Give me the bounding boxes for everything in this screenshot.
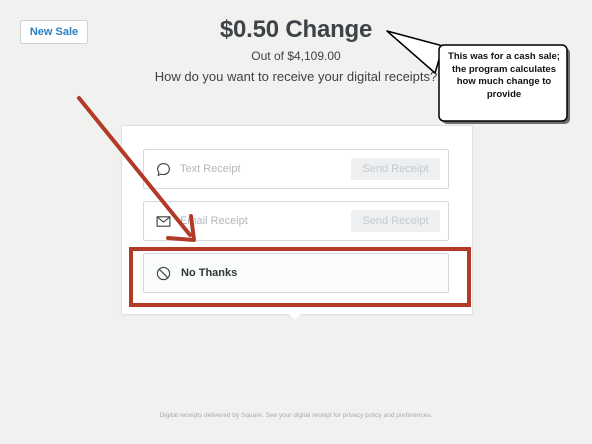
speech-bubble-icon: [157, 162, 170, 176]
change-amount-title: $0.50 Change: [219, 16, 373, 43]
text-receipt-row: Send Receipt: [143, 149, 449, 189]
send-text-receipt-button[interactable]: Send Receipt: [351, 158, 440, 180]
email-address-input[interactable]: [180, 203, 340, 239]
footer-note: Digital receipts delivered by Square. Se…: [159, 412, 433, 419]
card-pointer: [289, 314, 301, 320]
highlight-box: [129, 247, 471, 307]
send-email-receipt-button[interactable]: Send Receipt: [351, 210, 440, 232]
phone-number-input[interactable]: [180, 151, 340, 187]
callout-text: This was for a cash sale; the program ca…: [448, 51, 560, 100]
envelope-icon: [156, 216, 171, 227]
email-receipt-row: Send Receipt: [143, 201, 449, 241]
